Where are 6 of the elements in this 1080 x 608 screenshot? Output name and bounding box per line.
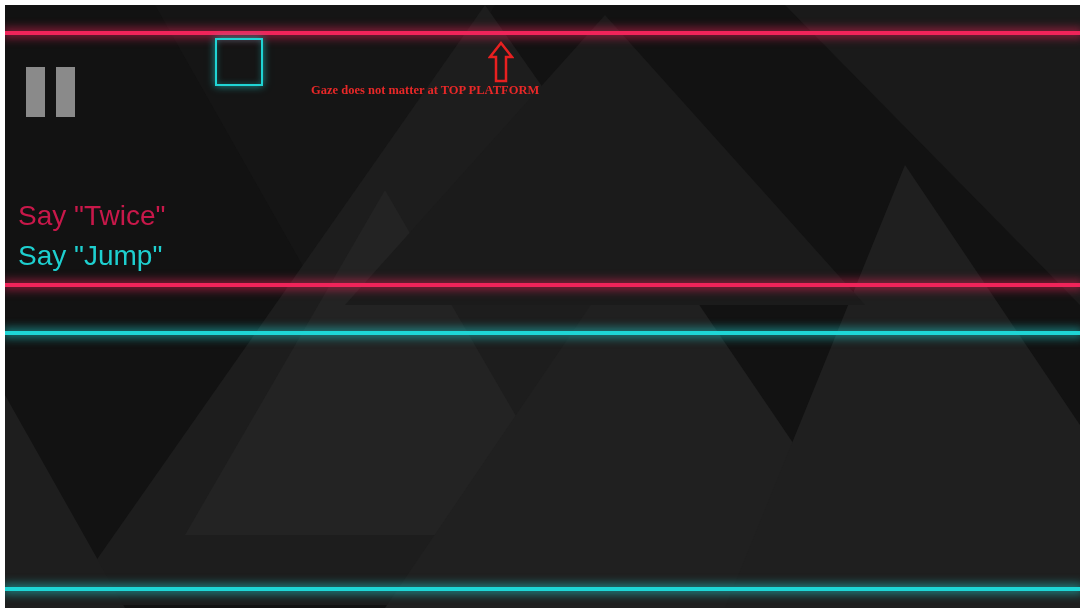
voice-hint: Say "Jump" [18,239,164,273]
up-arrow-icon [488,41,514,83]
player-square [215,38,263,86]
annotation-text: Gaze does not matter at TOP PLATFORM [311,83,540,98]
pause-icon[interactable] [26,67,75,117]
voice-hint: Say "Twice" [18,199,166,233]
